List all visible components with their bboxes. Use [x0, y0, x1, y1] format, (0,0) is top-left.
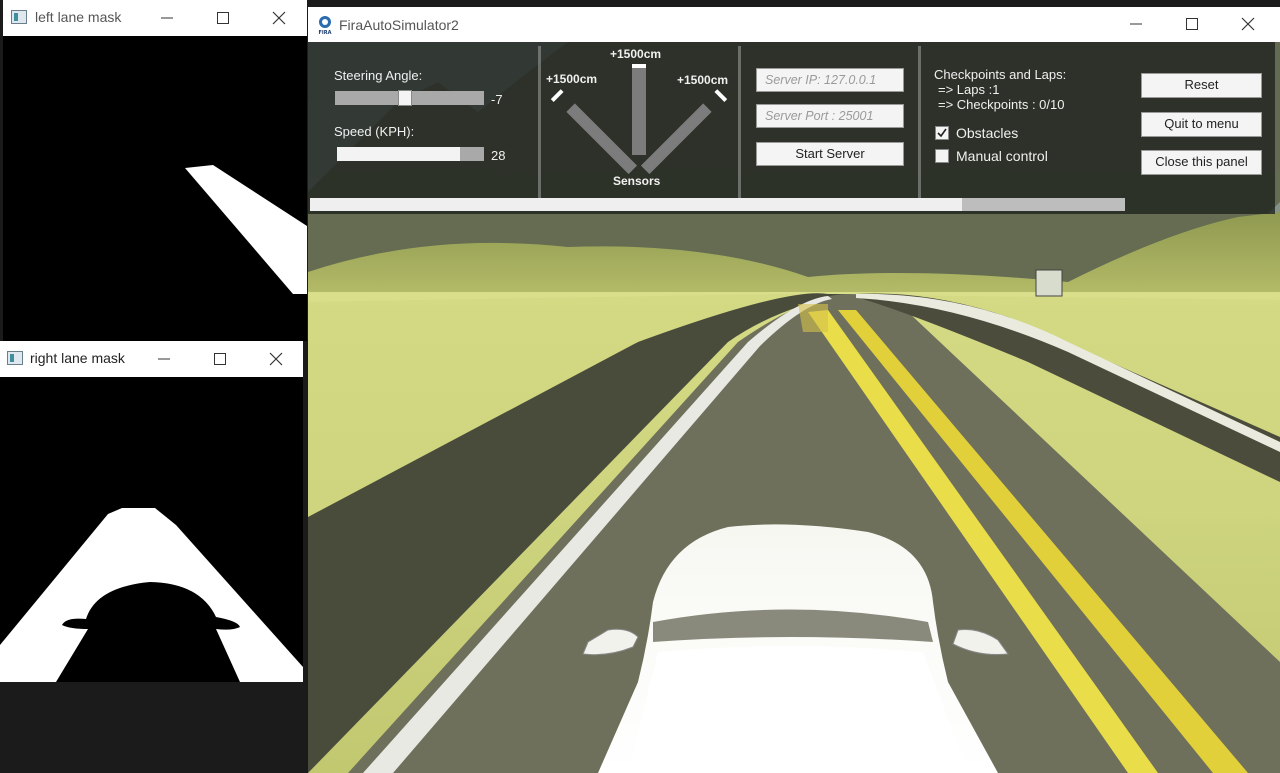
close-icon[interactable] [267, 6, 291, 30]
control-panel: Steering Angle: -7 Speed (KPH): 28 +1500… [308, 42, 1275, 214]
panel-divider [738, 46, 741, 198]
speed-slider-fill [337, 147, 460, 161]
maximize-icon[interactable] [211, 6, 235, 30]
panel-divider [918, 46, 921, 198]
right-mask-titlebar[interactable]: right lane mask [0, 341, 303, 377]
speed-value: 28 [491, 148, 506, 163]
server-ip-input[interactable]: Server IP: 127.0.0.1 [756, 68, 904, 92]
minimize-icon[interactable] [1124, 12, 1148, 36]
checkpoints-count: => Checkpoints : 0/10 [938, 97, 1065, 112]
left-lane-mask-window: left lane mask [3, 0, 307, 341]
sensor-right-distance: +1500cm [677, 73, 729, 87]
steering-angle-label: Steering Angle: [334, 68, 423, 83]
manual-control-label: Manual control [956, 148, 1048, 164]
minimize-icon[interactable] [152, 347, 176, 371]
steering-slider-thumb[interactable] [398, 90, 412, 106]
minimize-icon[interactable] [155, 6, 179, 30]
sensor-center-beam [632, 64, 646, 155]
left-mask-title: left lane mask [35, 9, 122, 25]
speed-label: Speed (KPH): [334, 124, 415, 139]
maximize-icon[interactable] [1180, 12, 1204, 36]
start-server-button[interactable]: Start Server [756, 142, 904, 166]
maximize-icon[interactable] [208, 347, 232, 371]
right-mask-title: right lane mask [30, 350, 125, 366]
sensors-label: Sensors [613, 174, 661, 188]
sensor-right-beam [640, 89, 728, 175]
server-port-input[interactable]: Server Port : 25001 [756, 104, 904, 128]
sensor-display: +1500cm +1500cm +1500cm Sensors [544, 42, 734, 202]
svg-text:FIRA: FIRA [319, 30, 332, 35]
panel-divider [538, 46, 541, 198]
close-icon[interactable] [1236, 12, 1260, 36]
reset-button[interactable]: Reset [1141, 73, 1262, 98]
steering-angle-slider[interactable] [335, 90, 484, 106]
close-icon[interactable] [264, 347, 288, 371]
sensor-center-distance: +1500cm [610, 47, 662, 61]
track-progress-bar [310, 198, 1125, 211]
checkpoints-heading: Checkpoints and Laps: [934, 67, 1067, 82]
fira-logo-icon: FIRA [319, 16, 332, 35]
speed-slider[interactable] [337, 147, 484, 161]
sensor-left-distance: +1500cm [546, 72, 598, 86]
right-lane-mask-image [0, 377, 303, 682]
right-lane-mask-window: right lane mask [0, 341, 303, 682]
quit-to-menu-button[interactable]: Quit to menu [1141, 112, 1262, 137]
window-app-icon [11, 10, 27, 24]
laps-count: => Laps :1 [938, 82, 1000, 97]
left-mask-titlebar[interactable]: left lane mask [3, 0, 307, 36]
steering-angle-value: -7 [491, 92, 503, 107]
obstacles-label: Obstacles [956, 125, 1019, 141]
obstacles-checkbox[interactable] [935, 126, 949, 140]
window-app-icon [7, 351, 23, 365]
simulator-titlebar[interactable]: FIRA FiraAutoSimulator2 [308, 7, 1280, 42]
left-lane-mask-image [3, 36, 307, 341]
sensor-left-beam [550, 89, 638, 175]
close-panel-button[interactable]: Close this panel [1141, 150, 1262, 175]
manual-control-checkbox[interactable] [935, 149, 949, 163]
checkmark-icon [937, 128, 947, 138]
track-progress-fill [310, 198, 962, 211]
simulator-title: FiraAutoSimulator2 [339, 17, 459, 33]
